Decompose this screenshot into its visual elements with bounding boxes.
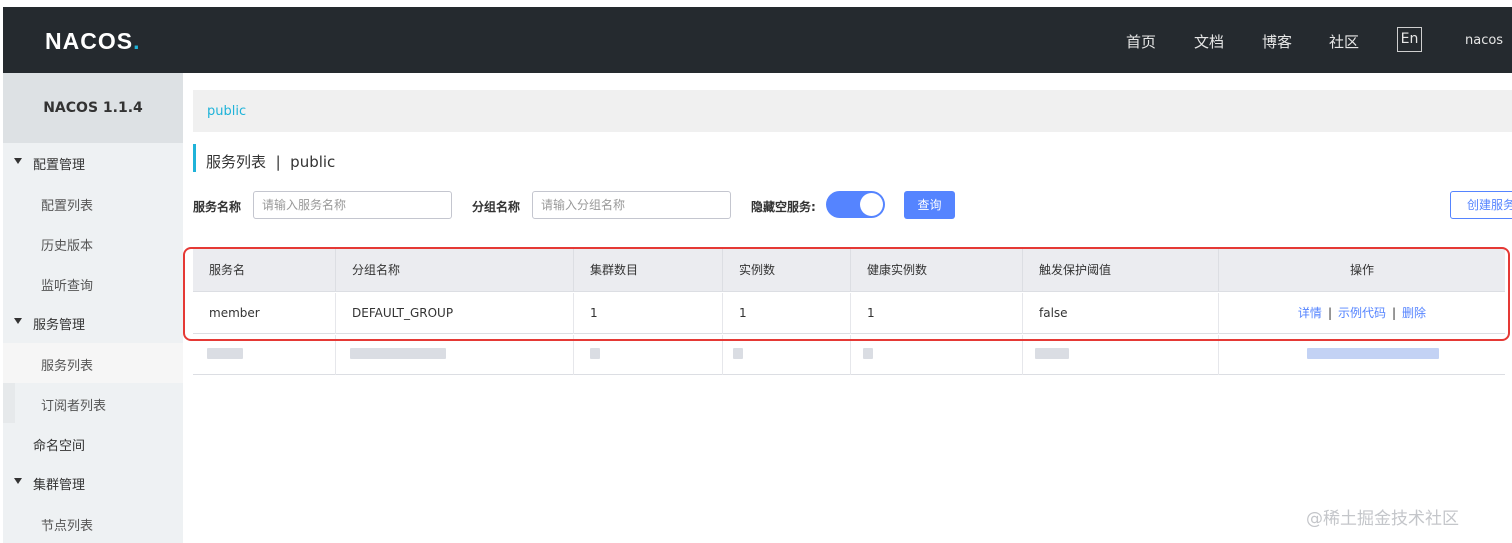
sidebar-item-label: 监听查询 <box>41 279 94 294</box>
caret-down-icon <box>14 158 22 164</box>
title-separator: | <box>275 153 281 171</box>
cell-clusters: 1 <box>574 293 723 334</box>
top-header: NACOS. 首页 文档 博客 社区 En nacos <box>3 7 1512 73</box>
page-title-label: 服务列表 <box>206 153 267 171</box>
redacted-value <box>1035 348 1069 359</box>
nav-home[interactable]: 首页 <box>1126 31 1156 52</box>
user-name[interactable]: nacos <box>1465 33 1503 48</box>
page-title-namespace: public <box>290 153 336 171</box>
group-name-input[interactable] <box>532 191 731 219</box>
redacted-value <box>733 348 743 359</box>
query-button[interactable]: 查询 <box>904 191 955 219</box>
blurred-cell <box>1219 335 1505 375</box>
sidebar-group-label: 配置管理 <box>33 158 86 173</box>
cell-group: DEFAULT_GROUP <box>336 293 574 334</box>
column-header-group: 分组名称 <box>336 249 574 292</box>
sidebar-group-label: 服务管理 <box>33 318 86 333</box>
sidebar-item-label: 节点列表 <box>41 519 94 534</box>
sidebar-item-subscribers[interactable]: 订阅者列表 <box>3 383 183 423</box>
group-name-label: 分组名称 <box>472 200 521 214</box>
blurred-cell <box>723 335 851 375</box>
sidebar-item-history[interactable]: 历史版本 <box>3 223 183 263</box>
cell-operations: 详情 | 示例代码 | 删除 <box>1219 293 1505 334</box>
create-service-button[interactable]: 创建服务 <box>1450 191 1512 219</box>
sidebar-group-config[interactable]: 配置管理 <box>3 143 183 183</box>
nav-blog[interactable]: 博客 <box>1262 31 1292 52</box>
sidebar-item-config-list[interactable]: 配置列表 <box>3 183 183 223</box>
service-name-input[interactable] <box>253 191 452 219</box>
sidebar-version: NACOS 1.1.4 <box>3 73 183 143</box>
blurred-table-row <box>193 335 1505 375</box>
cell-instances: 1 <box>723 293 851 334</box>
nav-docs[interactable]: 文档 <box>1194 31 1224 52</box>
column-header-clusters: 集群数目 <box>574 249 723 292</box>
toggle-knob <box>860 193 883 216</box>
cell-service: member <box>193 293 336 334</box>
nacos-logo[interactable]: NACOS. <box>45 28 140 55</box>
language-switch[interactable]: En <box>1397 27 1422 52</box>
redacted-value <box>863 348 873 359</box>
sidebar-item-service-list[interactable]: 服务列表 <box>3 343 183 383</box>
sample-code-link[interactable]: 示例代码 <box>1338 306 1386 320</box>
sidebar-group-label: 集群管理 <box>33 478 86 493</box>
column-header-instances: 实例数 <box>723 249 851 292</box>
details-link[interactable]: 详情 <box>1298 306 1322 320</box>
caret-down-icon <box>14 478 22 484</box>
sidebar-item-label: 历史版本 <box>41 239 94 254</box>
redacted-value <box>350 348 446 359</box>
cell-healthy: 1 <box>851 293 1023 334</box>
sidebar-item-label: 命名空间 <box>33 439 86 454</box>
cell-threshold: false <box>1023 293 1219 334</box>
page-title-text: 服务列表 | public <box>206 151 335 172</box>
blurred-cell <box>193 335 336 375</box>
sidebar-item-label: 订阅者列表 <box>41 399 107 414</box>
redacted-value <box>207 348 243 359</box>
op-separator: | <box>1327 306 1332 320</box>
namespace-breadcrumb: public <box>193 90 1512 132</box>
table-header: 服务名 分组名称 集群数目 实例数 健康实例数 触发保护阈值 操作 <box>193 249 1505 292</box>
watermark: @稀土掘金技术社区 <box>1306 509 1459 529</box>
namespace-link[interactable]: public <box>207 104 246 119</box>
blurred-cell <box>574 335 723 375</box>
sidebar-item-namespace[interactable]: 命名空间 <box>3 423 183 463</box>
sidebar-group-service[interactable]: 服务管理 <box>3 303 183 343</box>
sidebar-item-label: 配置列表 <box>41 199 94 214</box>
blurred-cell <box>851 335 1023 375</box>
blurred-cell <box>336 335 574 375</box>
service-name-label: 服务名称 <box>193 200 242 214</box>
redacted-value <box>590 348 600 359</box>
page-title: 服务列表 | public <box>193 144 335 172</box>
hide-empty-toggle[interactable] <box>826 191 885 218</box>
delete-link[interactable]: 删除 <box>1402 306 1426 320</box>
column-header-healthy: 健康实例数 <box>851 249 1023 292</box>
op-separator: | <box>1392 306 1397 320</box>
sidebar-group-cluster[interactable]: 集群管理 <box>3 463 183 503</box>
nav-community[interactable]: 社区 <box>1329 31 1359 52</box>
hide-empty-label: 隐藏空服务: <box>751 200 816 214</box>
column-header-service: 服务名 <box>193 249 336 292</box>
sidebar-item-listener-query[interactable]: 监听查询 <box>3 263 183 303</box>
top-strip <box>0 0 1512 7</box>
redacted-value <box>1307 348 1439 359</box>
sidebar: NACOS 1.1.4 配置管理 配置列表 历史版本 监听查询 服务管理 服务列… <box>3 73 183 543</box>
sidebar-item-label: 服务列表 <box>41 359 94 374</box>
blurred-cell <box>1023 335 1219 375</box>
column-header-operations: 操作 <box>1349 263 1374 277</box>
column-header-threshold: 触发保护阈值 <box>1023 249 1219 292</box>
sidebar-item-node-list[interactable]: 节点列表 <box>3 503 183 543</box>
logo-dot: . <box>133 28 141 54</box>
table-row: member DEFAULT_GROUP 1 1 1 false 详情 | 示例代码… <box>193 293 1505 334</box>
caret-down-icon <box>14 318 22 324</box>
logo-text: NACOS <box>45 28 134 54</box>
